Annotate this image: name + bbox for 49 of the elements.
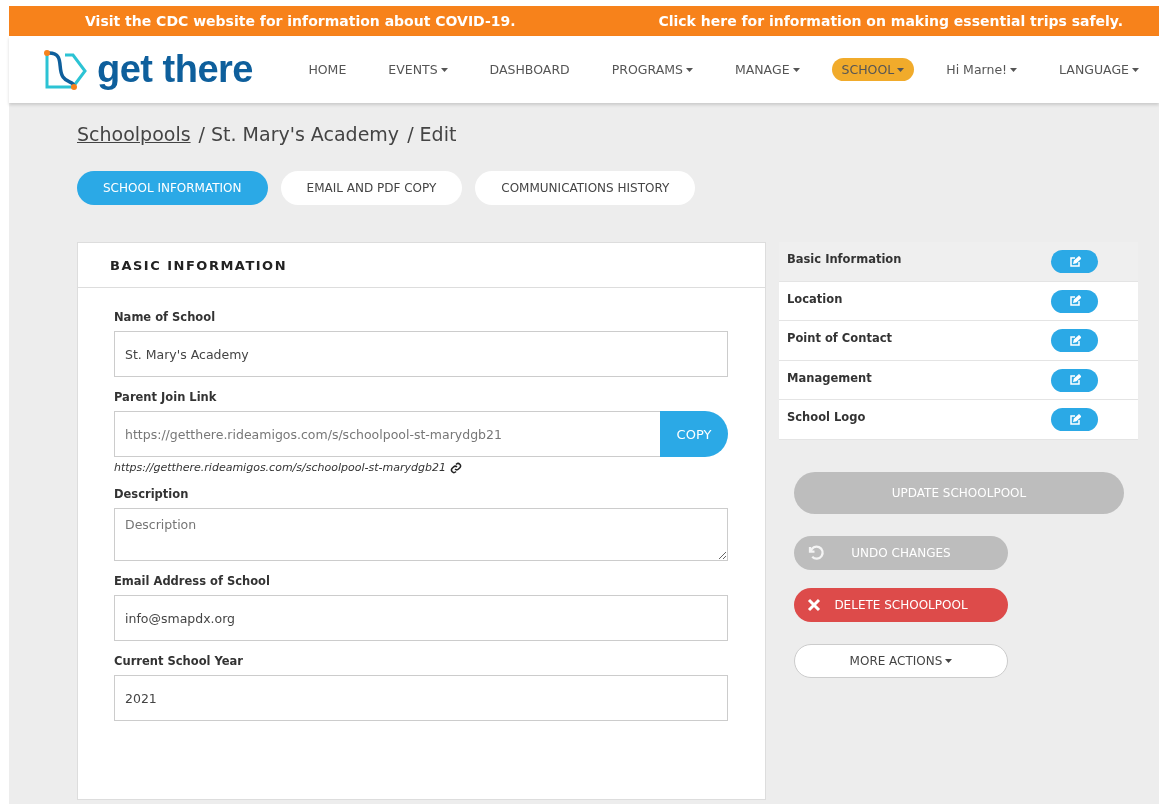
nav-link[interactable]: PROGRAMS bbox=[601, 58, 703, 81]
nav-link[interactable]: SCHOOL bbox=[831, 58, 915, 81]
logo-text[interactable]: get there bbox=[97, 48, 253, 91]
edit-icon bbox=[1068, 413, 1081, 426]
nav-link[interactable]: LANGUAGE bbox=[1049, 58, 1149, 81]
section-row[interactable]: Basic Information bbox=[779, 242, 1138, 282]
breadcrumb-item: / St. Mary's Academy bbox=[198, 123, 400, 145]
link-icon[interactable] bbox=[449, 461, 462, 474]
edit-icon bbox=[1068, 334, 1081, 347]
section-label: Location bbox=[787, 291, 843, 308]
logo-icon bbox=[43, 48, 89, 91]
nav-link[interactable]: MANAGE bbox=[724, 58, 810, 81]
input-field[interactable]: St. Mary's Academy bbox=[114, 331, 728, 377]
more-button[interactable]: MORE ACTIONS bbox=[794, 643, 1008, 678]
join-link[interactable]: https://getthere.rideamigos.com/s/schoolpool-st-marydgb21 bbox=[114, 461, 446, 474]
field-label: Email Address of School bbox=[114, 574, 271, 588]
delete-button[interactable]: DELETE SCHOOLPOOL bbox=[794, 587, 1008, 622]
edit-icon bbox=[1068, 255, 1081, 268]
textarea-field[interactable]: Description bbox=[114, 508, 728, 561]
field-label: Parent Join Link bbox=[114, 390, 218, 404]
nav-link[interactable]: Hi Marne! bbox=[936, 58, 1028, 81]
edit-icon bbox=[1068, 374, 1081, 386]
section-label: Basic Information bbox=[787, 252, 902, 268]
undo-icon bbox=[807, 543, 825, 562]
caret-icon bbox=[945, 658, 953, 663]
edit-button[interactable] bbox=[1051, 329, 1098, 352]
breadcrumb-item: / Edit bbox=[407, 123, 457, 145]
link-field[interactable]: https://getthere.rideamigos.com/s/schoolpool-st-marydgb21 bbox=[114, 411, 660, 457]
field-label: Current School Year bbox=[114, 654, 244, 668]
edit-button[interactable] bbox=[1051, 289, 1098, 313]
card-title: BASIC INFORMATION bbox=[110, 257, 288, 273]
nav-link[interactable]: HOME bbox=[298, 58, 357, 81]
section-label: School Logo bbox=[787, 410, 866, 426]
section-label: Management bbox=[787, 370, 872, 387]
edit-button[interactable] bbox=[1051, 408, 1098, 431]
field-label: Name of School bbox=[114, 310, 217, 324]
input-field[interactable]: info@smapdx.org bbox=[114, 595, 728, 641]
field-label: Description bbox=[114, 487, 190, 501]
input-field[interactable]: 2021 bbox=[114, 675, 728, 721]
tab[interactable]: EMAIL AND PDF COPY bbox=[280, 171, 463, 205]
tab[interactable]: COMMUNICATIONS HISTORY bbox=[475, 171, 696, 205]
close-icon bbox=[807, 597, 821, 612]
edit-button[interactable] bbox=[1051, 368, 1098, 392]
edit-button[interactable] bbox=[1051, 250, 1098, 273]
nav-link[interactable]: DASHBOARD bbox=[479, 58, 580, 81]
edit-icon bbox=[1068, 295, 1081, 307]
breadcrumb-link[interactable]: Schoolpools bbox=[77, 123, 191, 145]
nav-link[interactable]: EVENTS bbox=[378, 58, 458, 81]
section-label: Point of Contact bbox=[787, 331, 892, 347]
